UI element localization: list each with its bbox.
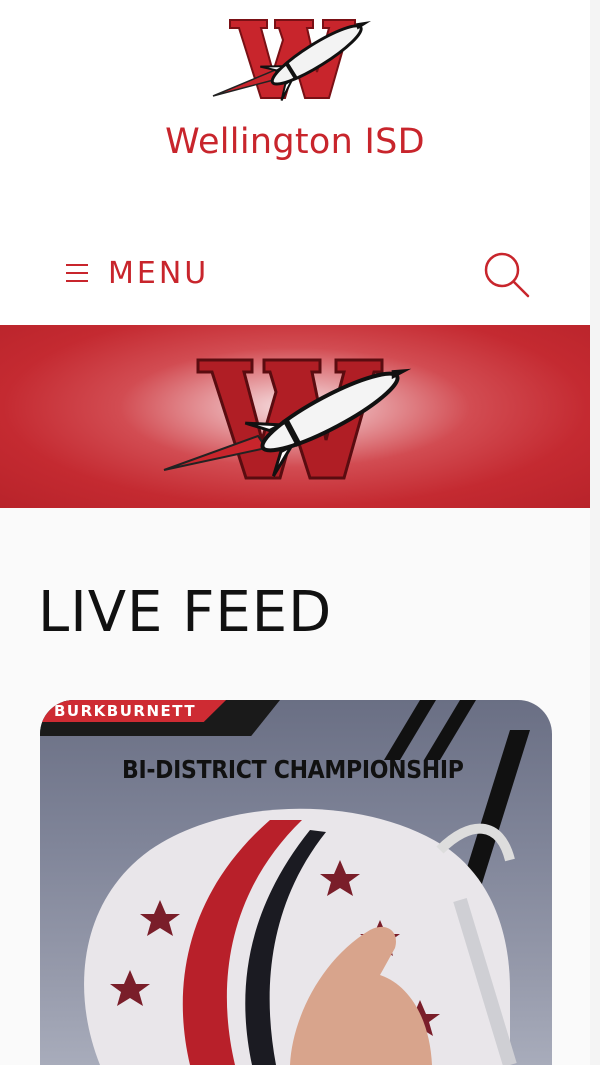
search-icon[interactable] (482, 250, 532, 300)
site-header: Wellington ISD MENU (0, 0, 590, 325)
card-headline: BI-DISTRICT CHAMPIONSHIP (122, 756, 464, 785)
card-tag: BURKBURNETT (40, 700, 227, 722)
menu-label: MENU (108, 255, 210, 291)
live-feed-title: LIVE FEED (38, 580, 333, 645)
hamburger-icon (66, 264, 88, 282)
school-name[interactable]: Wellington ISD (0, 122, 590, 162)
rocket-w-logo-large (163, 358, 412, 480)
rocket-w-logo[interactable] (205, 12, 385, 102)
feed-card[interactable]: BURKBURNETT BI-DISTRICT CHAMPIONSHIP (40, 700, 552, 1065)
menu-button[interactable]: MENU (66, 252, 209, 294)
page-edge (590, 0, 600, 1065)
football-helmet-image (84, 700, 530, 1065)
